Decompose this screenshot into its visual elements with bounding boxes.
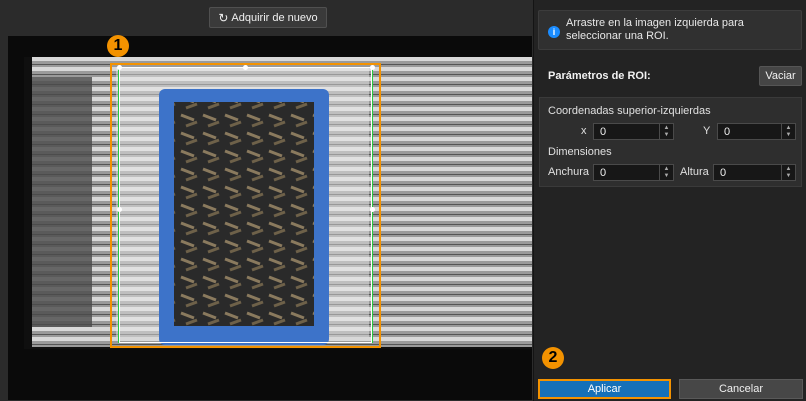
spin-down-icon[interactable]: ▼ xyxy=(782,173,795,181)
spin-down-icon[interactable]: ▼ xyxy=(660,173,673,181)
settings-panel xyxy=(533,0,806,401)
refresh-icon: ↻ xyxy=(218,10,229,25)
clear-button[interactable]: Vaciar xyxy=(759,66,802,86)
x-input[interactable]: 0 ▲ ▼ xyxy=(593,123,674,140)
spin-down-icon[interactable]: ▼ xyxy=(660,132,673,140)
y-label: Y xyxy=(703,125,711,137)
roi-handle-left[interactable] xyxy=(117,207,122,212)
y-spinner[interactable]: ▲ ▼ xyxy=(781,124,795,139)
x-value: 0 xyxy=(600,125,607,138)
height-spinner[interactable]: ▲ ▼ xyxy=(781,165,795,180)
step-marker-2: 2 xyxy=(542,347,564,369)
info-hint: i Arrastre en la imagen izquierda para s… xyxy=(538,10,802,50)
info-text: Arrastre en la imagen izquierda para sel… xyxy=(566,17,744,42)
width-spinner[interactable]: ▲ ▼ xyxy=(659,165,673,180)
apply-button[interactable]: Aplicar xyxy=(538,379,671,399)
reacquire-button[interactable]: ↻ Adquirir de nuevo xyxy=(209,7,327,28)
width-input[interactable]: 0 ▲ ▼ xyxy=(593,164,674,181)
width-value: 0 xyxy=(600,166,607,179)
roi-handle-top-left[interactable] xyxy=(117,65,122,70)
info-icon: i xyxy=(548,26,560,38)
x-spinner[interactable]: ▲ ▼ xyxy=(659,124,673,139)
spin-up-icon[interactable]: ▲ xyxy=(782,165,795,173)
cancel-button[interactable]: Cancelar xyxy=(679,379,803,399)
roi-inner-box[interactable] xyxy=(119,67,372,343)
spin-up-icon[interactable]: ▲ xyxy=(782,124,795,132)
height-value: 0 xyxy=(720,166,727,179)
spin-down-icon[interactable]: ▼ xyxy=(782,132,795,140)
top-left-coords-label: Coordenadas superior-izquierdas xyxy=(548,105,711,117)
step-marker-1: 1 xyxy=(107,35,129,57)
roi-params-title: Parámetros de ROI: xyxy=(548,70,651,82)
y-value: 0 xyxy=(724,125,731,138)
x-label: x xyxy=(581,125,587,137)
y-input[interactable]: 0 ▲ ▼ xyxy=(717,123,796,140)
dimensions-label: Dimensiones xyxy=(548,146,612,158)
roi-handle-right[interactable] xyxy=(370,207,375,212)
roi-handle-top[interactable] xyxy=(243,65,248,70)
roi-handle-top-right[interactable] xyxy=(370,65,375,70)
reacquire-label: Adquirir de nuevo xyxy=(231,11,318,24)
spin-up-icon[interactable]: ▲ xyxy=(660,124,673,132)
height-input[interactable]: 0 ▲ ▼ xyxy=(713,164,796,181)
height-label: Altura xyxy=(680,166,709,178)
spin-up-icon[interactable]: ▲ xyxy=(660,165,673,173)
width-label: Anchura xyxy=(548,166,589,178)
